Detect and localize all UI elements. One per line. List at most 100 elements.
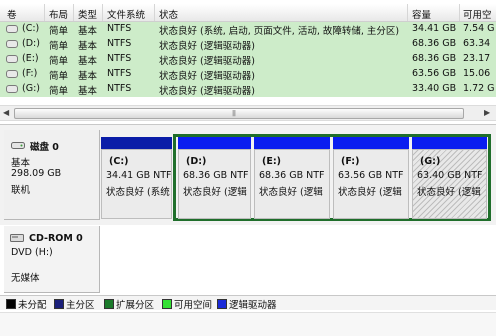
legend-swatch xyxy=(6,299,16,309)
grip-icon: ||| xyxy=(232,110,236,117)
volume-capacity: 34.41 GB xyxy=(412,23,457,34)
disk-size: 298.09 GB xyxy=(11,168,62,179)
partition-status: 状态良好 (逻辑 xyxy=(338,187,402,198)
partition-letter: (G:) xyxy=(420,156,441,167)
cdrom-title: CD-ROM 0 xyxy=(29,233,83,244)
scroll-right-icon[interactable]: ▶ xyxy=(484,108,490,117)
legend-swatch xyxy=(162,299,172,309)
legend-swatch xyxy=(104,299,114,309)
volume-layout: 简单 xyxy=(49,26,69,37)
partition-letter: (D:) xyxy=(186,156,207,167)
partition-d[interactable]: (D:) 68.36 GB NTF 状态良好 (逻辑 xyxy=(178,137,251,219)
volume-name: (G:) xyxy=(22,83,40,94)
logical-drive-bar xyxy=(254,137,330,149)
volume-free: 15.06 xyxy=(463,68,491,79)
column-header-layout[interactable]: 布局 xyxy=(49,7,68,21)
partition-letter: (E:) xyxy=(262,156,281,167)
disk-kind: 基本 xyxy=(11,158,31,169)
volume-type: 基本 xyxy=(78,86,98,97)
legend-item-unallocated: 未分配 xyxy=(6,297,47,311)
volume-list: (C:) 简单 基本 NTFS 状态良好 (系统, 启动, 页面文件, 活动, … xyxy=(0,22,496,97)
partition-body: (F:) 63.56 GB NTF 状态良好 (逻辑 xyxy=(333,149,409,219)
volume-name: (E:) xyxy=(22,53,39,64)
cdrom-icon xyxy=(10,234,24,242)
volume-layout: 简单 xyxy=(49,56,69,67)
cdrom-drive: DVD (H:) xyxy=(11,247,53,258)
partition-body: (D:) 68.36 GB NTF 状态良好 (逻辑 xyxy=(178,149,251,219)
volume-type: 基本 xyxy=(78,41,98,52)
drive-icon xyxy=(6,40,18,48)
volume-capacity: 68.36 GB xyxy=(412,38,457,49)
volume-list-header: 卷 布局 类型 文件系统 状态 容量 可用空 xyxy=(0,4,496,22)
column-header-capacity[interactable]: 容量 xyxy=(412,7,431,21)
partition-status: 状态良好 (系统 xyxy=(106,187,170,198)
partition-status: 状态良好 (逻辑 xyxy=(259,187,323,198)
primary-partition-bar xyxy=(101,137,172,149)
volume-row-e[interactable]: (E:) 简单 基本 NTFS 状态良好 (逻辑驱动器) 68.36 GB 23… xyxy=(0,52,496,67)
horizontal-scrollbar[interactable]: ◀ ||| ▶ xyxy=(0,105,496,121)
partition-size: 63.40 GB NTF xyxy=(417,170,483,181)
partition-body: (E:) 68.36 GB NTF 状态良好 (逻辑 xyxy=(254,149,330,219)
volume-fs: NTFS xyxy=(107,23,132,34)
volume-capacity: 63.56 GB xyxy=(412,68,457,79)
volume-free: 7.54 G xyxy=(463,23,495,34)
volume-capacity: 33.40 GB xyxy=(412,83,457,94)
logical-drive-bar xyxy=(333,137,409,149)
volume-fs: NTFS xyxy=(107,53,132,64)
partition-g[interactable]: (G:) 63.40 GB NTF 状态良好 (逻辑 xyxy=(412,137,487,219)
volume-fs: NTFS xyxy=(107,68,132,79)
partition-letter: (F:) xyxy=(341,156,360,167)
scroll-left-icon[interactable]: ◀ xyxy=(3,108,9,117)
column-divider[interactable] xyxy=(44,4,45,21)
drive-icon xyxy=(6,70,18,78)
legend-swatch xyxy=(54,299,64,309)
volume-free: 63.34 xyxy=(463,38,491,49)
partition-body: (C:) 34.41 GB NTFS 状态良好 (系统 xyxy=(101,149,172,219)
disk-title: 磁盘 0 xyxy=(30,142,59,153)
column-header-free[interactable]: 可用空 xyxy=(463,7,492,21)
volume-free: 1.72 G xyxy=(463,83,495,94)
legend-item-primary: 主分区 xyxy=(54,297,95,311)
volume-row-c[interactable]: (C:) 简单 基本 NTFS 状态良好 (系统, 启动, 页面文件, 活动, … xyxy=(0,22,496,37)
cdrom-label[interactable]: CD-ROM 0 DVD (H:) 无媒体 xyxy=(4,226,100,293)
partition-e[interactable]: (E:) 68.36 GB NTF 状态良好 (逻辑 xyxy=(254,137,330,219)
column-header-volume[interactable]: 卷 xyxy=(7,7,17,21)
disk-state: 联机 xyxy=(11,185,31,196)
hard-disk-icon xyxy=(11,142,25,149)
volume-free: 23.17 xyxy=(463,53,491,64)
partition-size: 34.41 GB NTFS xyxy=(106,170,172,181)
volume-status: 状态良好 (逻辑驱动器) xyxy=(159,86,255,97)
volume-row-f[interactable]: (F:) 简单 基本 NTFS 状态良好 (逻辑驱动器) 63.56 GB 15… xyxy=(0,67,496,82)
column-header-status[interactable]: 状态 xyxy=(159,7,178,21)
volume-status: 状态良好 (逻辑驱动器) xyxy=(159,41,255,52)
volume-row-d[interactable]: (D:) 简单 基本 NTFS 状态良好 (逻辑驱动器) 68.36 GB 63… xyxy=(0,37,496,52)
volume-row-g[interactable]: (G:) 简单 基本 NTFS 状态良好 (逻辑驱动器) 33.40 GB 1.… xyxy=(0,82,496,97)
partition-c[interactable]: (C:) 34.41 GB NTFS 状态良好 (系统 xyxy=(101,137,172,219)
volume-fs: NTFS xyxy=(107,83,132,94)
partition-f[interactable]: (F:) 63.56 GB NTF 状态良好 (逻辑 xyxy=(333,137,409,219)
column-header-type[interactable]: 类型 xyxy=(78,7,97,21)
column-divider[interactable] xyxy=(459,4,460,21)
volume-name: (C:) xyxy=(22,23,40,34)
volume-name: (F:) xyxy=(22,68,38,79)
cdrom-media: 无媒体 xyxy=(11,273,40,284)
column-divider[interactable] xyxy=(407,4,408,21)
volume-status: 状态良好 (逻辑驱动器) xyxy=(159,56,255,67)
disk0-label[interactable]: 磁盘 0 基本 298.09 GB 联机 xyxy=(4,130,100,220)
legend-item-free-space: 可用空间 xyxy=(162,297,212,311)
volume-type: 基本 xyxy=(78,26,98,37)
volume-capacity: 68.36 GB xyxy=(412,53,457,64)
legend-swatch xyxy=(217,299,227,309)
column-divider[interactable] xyxy=(154,4,155,21)
legend-item-extended: 扩展分区 xyxy=(104,297,154,311)
partition-size: 63.56 GB NTF xyxy=(338,170,404,181)
partition-size: 68.36 GB NTF xyxy=(183,170,249,181)
logical-drive-bar xyxy=(178,137,251,149)
scrollbar-thumb[interactable]: ||| xyxy=(14,108,464,119)
column-header-filesystem[interactable]: 文件系统 xyxy=(107,7,145,21)
volume-fs: NTFS xyxy=(107,38,132,49)
column-divider[interactable] xyxy=(102,4,103,21)
volume-status: 状态良好 (逻辑驱动器) xyxy=(159,71,255,82)
legend: 未分配 主分区 扩展分区 可用空间 逻辑驱动器 xyxy=(0,295,496,311)
column-divider[interactable] xyxy=(73,4,74,21)
